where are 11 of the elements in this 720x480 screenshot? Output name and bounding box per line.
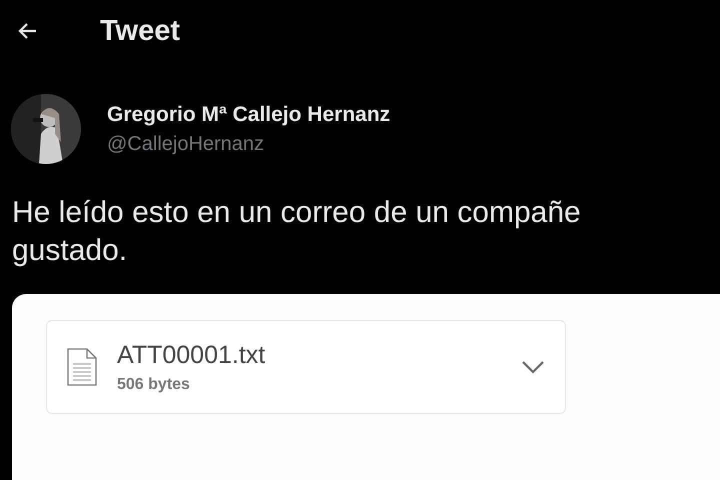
chevron-down-icon[interactable]	[521, 360, 545, 374]
tweet-text: gustado.	[12, 233, 128, 269]
page-title: Tweet	[100, 14, 180, 48]
document-icon	[67, 348, 97, 386]
attachment-card[interactable]: ATT00001.txt 506 bytes	[46, 320, 566, 414]
file-size: 506 bytes	[117, 376, 191, 394]
tweet-text: He leído esto en un correo de un compañe	[12, 195, 581, 231]
author-name[interactable]: Gregorio Mª Callejo Hernanz	[107, 102, 390, 126]
author-handle[interactable]: @CallejoHernanz	[107, 132, 390, 156]
file-name: ATT00001.txt	[117, 340, 266, 370]
embedded-image[interactable]: ATT00001.txt 506 bytes	[12, 294, 720, 480]
